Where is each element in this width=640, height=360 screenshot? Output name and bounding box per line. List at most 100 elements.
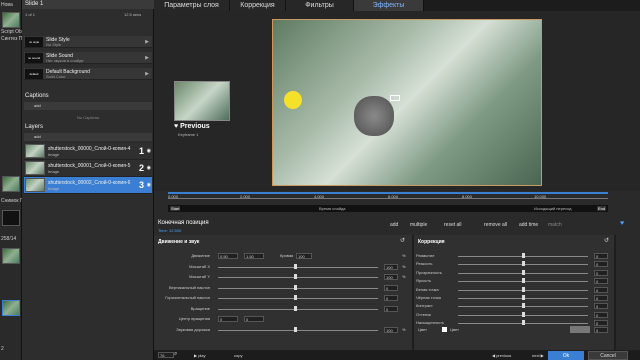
slider-knob[interactable] <box>522 311 525 317</box>
slider-knob[interactable] <box>522 269 525 275</box>
layer-row[interactable]: shutterstock_00001_Слой-0-копия-5 Image 2 ◉ <box>24 160 152 177</box>
param-slider[interactable] <box>218 277 378 278</box>
heart-icon[interactable]: ♥ <box>620 220 624 227</box>
search-icon[interactable]: ⌕ <box>174 351 177 358</box>
slider-knob[interactable] <box>294 285 297 290</box>
param-value[interactable]: 0 <box>594 269 608 276</box>
param-value[interactable]: 0 <box>384 306 398 312</box>
strip-thumb[interactable] <box>2 176 20 192</box>
tick-label: 6.000 <box>388 194 399 199</box>
slider-knob[interactable] <box>294 264 297 269</box>
end-marker[interactable]: End <box>597 206 607 211</box>
param-label: Контраст <box>416 303 433 309</box>
cancel-button[interactable]: Cancel <box>588 351 628 360</box>
slider-knob[interactable] <box>522 295 525 300</box>
param-value[interactable]: 100 <box>384 264 398 270</box>
zoom-value[interactable]: 76 <box>158 352 174 358</box>
canvas-image[interactable] <box>272 19 542 186</box>
tick-label: 8.000 <box>462 194 473 199</box>
param-value[interactable]: 0 <box>594 320 608 327</box>
slider-knob[interactable] <box>294 327 297 332</box>
strip-thumb[interactable] <box>2 248 20 264</box>
multiple-button[interactable]: multiple <box>410 222 427 228</box>
match-button[interactable]: match <box>548 222 562 228</box>
param-slider[interactable] <box>218 298 378 299</box>
remove-all-button[interactable]: remove all <box>484 222 507 228</box>
layer-row-selected[interactable]: shutterstock_00002_Слой-0-копия-6 Image 3 ◉ <box>24 177 152 194</box>
add-layer-button[interactable]: add <box>24 133 152 141</box>
add-time-button[interactable]: add time <box>519 222 538 228</box>
param-value[interactable]: 0 <box>594 261 608 268</box>
param-row: Размытие <box>414 253 454 259</box>
preview-area: ♥ Previous Keyframe 1 ♥ <box>154 11 640 191</box>
tab-correction[interactable]: Коррекция <box>230 0 286 11</box>
strip-thumb[interactable] <box>2 12 20 28</box>
param-value[interactable]: 0 <box>594 286 608 293</box>
param-row: Яркость <box>414 278 454 284</box>
param-value[interactable]: 0 <box>594 295 608 301</box>
slider-knob[interactable] <box>522 320 525 326</box>
param-value[interactable]: 0 <box>594 303 608 310</box>
param-value[interactable]: 0 <box>384 285 398 291</box>
tab-layer-settings[interactable]: Параметры слоя <box>154 0 230 11</box>
param-value[interactable]: 0 <box>594 278 608 285</box>
slider-knob[interactable] <box>522 286 525 292</box>
color-value[interactable]: 0 <box>594 327 608 333</box>
param-value[interactable]: 0.50 <box>218 253 238 259</box>
param-row: Горизонтальный наклон <box>154 295 210 301</box>
param-value[interactable]: 0 <box>244 316 264 322</box>
next-button[interactable]: next ▶ <box>532 353 544 358</box>
eye-icon[interactable]: ◉ <box>147 182 151 188</box>
param-label: Масштаб Y <box>189 274 210 279</box>
reset-icon[interactable]: ↺ <box>604 237 609 244</box>
previous-button[interactable]: ◀ previous <box>492 353 511 358</box>
eye-icon[interactable]: ◉ <box>147 165 151 171</box>
slider-knob[interactable] <box>522 253 525 258</box>
color-checkbox[interactable] <box>442 327 447 332</box>
previous-keyframe-thumb[interactable] <box>174 81 230 121</box>
slide-style-row[interactable]: no style Slide Style No Style ▶ <box>24 36 152 48</box>
slider-knob[interactable] <box>522 303 525 309</box>
tab-effects[interactable]: Эффекты <box>354 0 424 11</box>
color-swatch[interactable] <box>570 326 590 333</box>
param-value[interactable]: 0 <box>218 316 238 322</box>
param-slider[interactable] <box>218 267 378 268</box>
tick-label: 0.000 <box>168 194 179 199</box>
slider-knob[interactable] <box>294 306 297 311</box>
strip-thumb-selected[interactable] <box>2 300 20 316</box>
chevron-right-icon: ▶ <box>145 55 149 61</box>
slide-sound-row[interactable]: no sound Slide Sound Нет звуков в слайде ▶ <box>24 52 152 64</box>
param-value[interactable]: 100 <box>296 253 312 259</box>
copy-button[interactable]: copy <box>234 353 242 358</box>
add-keyframe-button[interactable]: add <box>390 222 398 228</box>
strip-new-label[interactable]: Нова <box>1 2 13 8</box>
param-value[interactable]: 1.50 <box>244 253 264 259</box>
param-value[interactable]: 0 <box>594 311 608 318</box>
param-slider[interactable] <box>218 330 378 331</box>
param-value[interactable]: 100 <box>384 327 398 333</box>
param-slider[interactable] <box>218 288 378 289</box>
param-value[interactable]: 100 <box>384 274 398 280</box>
play-button[interactable]: ▶ play <box>194 353 206 358</box>
param-slider[interactable] <box>218 309 378 310</box>
heart-icon[interactable]: ♥ <box>390 95 400 101</box>
layer-number: 3 <box>138 180 144 190</box>
reset-all-button[interactable]: reset all <box>444 222 462 228</box>
slide-duration[interactable]: 12.5 secs <box>124 12 141 17</box>
slide-title: Slide 1 <box>22 0 154 9</box>
slider-knob[interactable] <box>294 274 297 279</box>
tab-filters[interactable]: Фильтры <box>286 0 354 11</box>
slider-knob[interactable] <box>522 261 525 267</box>
param-value[interactable]: 0 <box>594 253 608 259</box>
add-caption-button[interactable]: add <box>24 102 152 110</box>
reset-icon[interactable]: ↺ <box>400 237 405 244</box>
layer-row[interactable]: shutterstock_00000_Слой-0-копия-4 Image 1 ◉ <box>24 143 152 160</box>
eye-icon[interactable]: ◉ <box>147 148 151 154</box>
slider-knob[interactable] <box>294 295 297 300</box>
param-value[interactable]: 0 <box>384 295 398 301</box>
ok-button[interactable]: Ok <box>548 351 584 360</box>
slider-knob[interactable] <box>522 278 525 284</box>
default-background-row[interactable]: default Default Background Solid Color ▶ <box>24 68 152 80</box>
strip-thumb[interactable] <box>2 210 20 226</box>
start-marker[interactable]: Start <box>170 206 181 211</box>
